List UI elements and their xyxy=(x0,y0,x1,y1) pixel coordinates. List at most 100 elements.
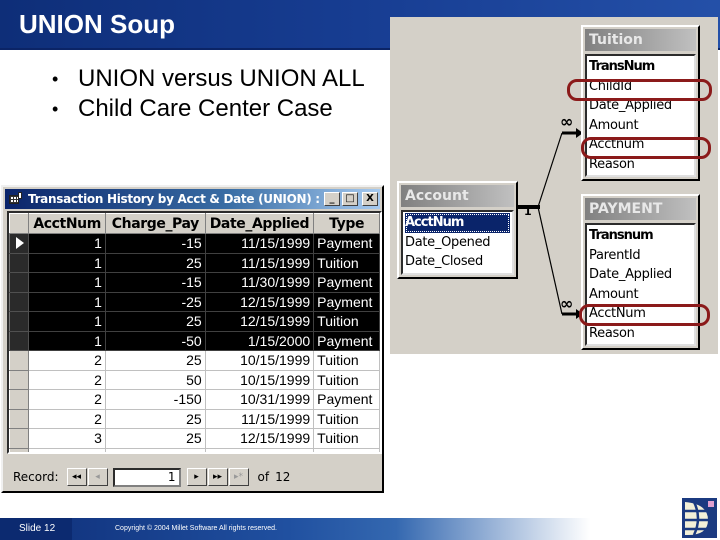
table-row[interactable]: 1 -15 11/30/1999 Payment xyxy=(9,272,380,293)
column-header-acctnum[interactable]: AcctNum xyxy=(28,213,106,234)
table-tuition[interactable]: Tuition TransNum ChildId Date_Applied Am… xyxy=(581,25,700,181)
cell-date-applied[interactable]: 1/15/2000 xyxy=(204,330,315,351)
window-titlebar[interactable]: Transaction History by Acct & Date (UNIO… xyxy=(5,189,380,209)
field-item[interactable]: Date_Closed xyxy=(405,252,510,272)
field-item[interactable]: TransNum xyxy=(589,57,692,77)
next-record-button[interactable]: ▸ xyxy=(186,468,207,486)
cell-charge-pay[interactable]: -25 xyxy=(104,291,206,312)
row-selector[interactable] xyxy=(9,233,30,254)
cell-charge-pay[interactable]: -150 xyxy=(104,389,206,410)
field-item[interactable]: Date_Opened xyxy=(405,233,510,253)
column-header-type[interactable]: Type xyxy=(313,213,380,234)
field-item[interactable]: Amount xyxy=(589,116,692,136)
cell-charge-pay[interactable]: 25 xyxy=(104,311,206,332)
previous-record-button[interactable]: ◂ xyxy=(87,468,108,486)
cell-type[interactable]: Tuition xyxy=(313,252,380,273)
table-header[interactable]: Tuition xyxy=(585,29,696,51)
cell-acctnum[interactable]: 2 xyxy=(28,389,106,410)
row-selector[interactable] xyxy=(9,428,30,449)
cell-date-applied[interactable]: 12/15/1999 xyxy=(204,447,315,452)
table-row[interactable]: 2 50 10/15/1999 Tuition xyxy=(9,369,380,390)
row-selector[interactable] xyxy=(9,350,30,371)
field-item[interactable]: Date_Applied xyxy=(589,96,692,116)
table-payment[interactable]: PAYMENT Transnum ParentId Date_Applied A… xyxy=(581,194,700,350)
table-row[interactable]: 1 -25 12/15/1999 Payment xyxy=(9,291,380,312)
table-row[interactable]: 35012/15/1999Tuition xyxy=(9,447,380,452)
cell-acctnum[interactable]: 1 xyxy=(28,233,106,254)
cell-acctnum[interactable]: 2 xyxy=(28,350,106,371)
table-row[interactable]: 1 25 11/15/1999 Tuition xyxy=(9,252,380,273)
cell-date-applied[interactable]: 12/15/1999 xyxy=(204,291,315,312)
field-item-selected[interactable]: AcctNum xyxy=(405,213,510,233)
row-selector[interactable] xyxy=(9,272,30,293)
cell-date-applied[interactable]: 11/15/1999 xyxy=(204,233,315,254)
field-item[interactable]: Reason xyxy=(589,155,692,175)
row-selector[interactable] xyxy=(9,291,30,312)
row-selector[interactable] xyxy=(9,330,30,351)
cell-acctnum[interactable]: 1 xyxy=(28,291,106,312)
table-row[interactable]: 2 -150 10/31/1999 Payment xyxy=(9,389,380,410)
cell-type[interactable]: Tuition xyxy=(313,311,380,332)
field-item[interactable]: Reason xyxy=(589,324,692,344)
cell-charge-pay[interactable]: 25 xyxy=(104,408,206,429)
cell-acctnum[interactable]: 2 xyxy=(28,408,106,429)
cell-date-applied[interactable]: 10/15/1999 xyxy=(204,350,315,371)
cell-type[interactable]: Tuition xyxy=(313,408,380,429)
cell-acctnum[interactable]: 3 xyxy=(28,447,106,452)
column-header-date-applied[interactable]: Date_Applied xyxy=(204,213,315,234)
row-selector[interactable] xyxy=(9,252,30,273)
row-selector[interactable] xyxy=(9,408,30,429)
cell-charge-pay[interactable]: 50 xyxy=(104,447,206,452)
table-row[interactable]: 3 25 12/15/1999 Tuition xyxy=(9,428,380,449)
cell-acctnum[interactable]: 3 xyxy=(28,428,106,449)
table-row[interactable]: 1 -50 1/15/2000 Payment xyxy=(9,330,380,351)
cell-charge-pay[interactable]: 25 xyxy=(104,428,206,449)
new-record-button[interactable]: ▸* xyxy=(228,468,249,486)
cell-date-applied[interactable]: 11/30/1999 xyxy=(204,272,315,293)
cell-type[interactable]: Payment xyxy=(313,291,380,312)
cell-date-applied[interactable]: 12/15/1999 xyxy=(204,428,315,449)
cell-type[interactable]: Tuition xyxy=(313,369,380,390)
cell-date-applied[interactable]: 12/15/1999 xyxy=(204,311,315,332)
cell-date-applied[interactable]: 11/15/1999 xyxy=(204,408,315,429)
column-header-charge-pay[interactable]: Charge_Pay xyxy=(104,213,206,234)
table-row[interactable]: 1 25 12/15/1999 Tuition xyxy=(9,311,380,332)
field-item[interactable]: ChildId xyxy=(589,77,692,97)
cell-type[interactable]: Payment xyxy=(313,330,380,351)
cell-acctnum[interactable]: 1 xyxy=(28,330,106,351)
cell-type[interactable]: Tuition xyxy=(313,447,380,452)
row-selector[interactable] xyxy=(9,369,30,390)
table-header[interactable]: PAYMENT xyxy=(585,198,696,220)
table-row[interactable]: 1 -15 11/15/1999 Payment xyxy=(9,233,380,254)
cell-charge-pay[interactable]: -15 xyxy=(104,272,206,293)
table-row[interactable]: 2 25 10/15/1999 Tuition xyxy=(9,350,380,371)
cell-acctnum[interactable]: 1 xyxy=(28,252,106,273)
cell-charge-pay[interactable]: 25 xyxy=(104,252,206,273)
field-item[interactable]: AcctNum xyxy=(589,304,692,324)
select-all-corner[interactable] xyxy=(9,213,30,234)
cell-charge-pay[interactable]: -50 xyxy=(104,330,206,351)
row-selector[interactable] xyxy=(9,311,30,332)
cell-charge-pay[interactable]: -15 xyxy=(104,233,206,254)
maximize-button[interactable]: □ xyxy=(342,192,358,206)
cell-charge-pay[interactable]: 50 xyxy=(104,369,206,390)
table-header[interactable]: Account xyxy=(401,185,514,207)
cell-date-applied[interactable]: 10/31/1999 xyxy=(204,389,315,410)
field-item[interactable]: Transnum xyxy=(589,226,692,246)
cell-type[interactable]: Payment xyxy=(313,389,380,410)
cell-type[interactable]: Payment xyxy=(313,233,380,254)
cell-type[interactable]: Tuition xyxy=(313,350,380,371)
field-item[interactable]: Acctnum xyxy=(589,135,692,155)
close-button[interactable]: X xyxy=(362,192,378,206)
cell-date-applied[interactable]: 11/15/1999 xyxy=(204,252,315,273)
row-selector[interactable] xyxy=(9,447,30,452)
field-item[interactable]: Amount xyxy=(589,285,692,305)
datasheet-grid[interactable]: AcctNum Charge_Pay Date_Applied Type 1 -1… xyxy=(7,211,382,454)
field-item[interactable]: ParentId xyxy=(589,246,692,266)
cell-acctnum[interactable]: 2 xyxy=(28,369,106,390)
last-record-button[interactable]: ▸▸ xyxy=(207,468,228,486)
cell-type[interactable]: Payment xyxy=(313,272,380,293)
cell-date-applied[interactable]: 10/15/1999 xyxy=(204,369,315,390)
cell-type[interactable]: Tuition xyxy=(313,428,380,449)
field-item[interactable]: Date_Applied xyxy=(589,265,692,285)
